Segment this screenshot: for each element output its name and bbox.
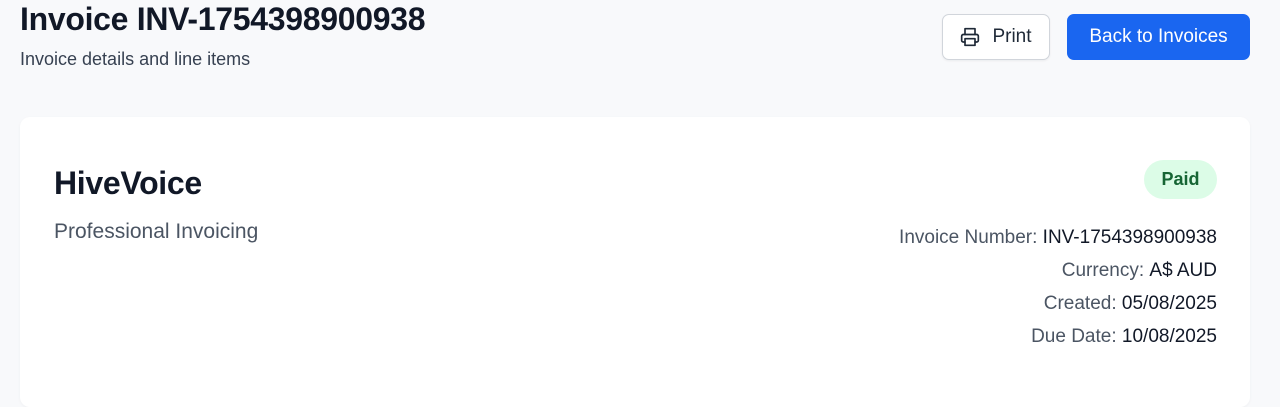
page-header: Invoice INV-1754398900938 Invoice detail… — [20, 0, 1260, 110]
meta-value: 10/08/2025 — [1121, 326, 1217, 347]
meta-invoice-number: Invoice Number: INV-1754398900938 — [899, 221, 1217, 254]
meta-value: 05/08/2025 — [1121, 293, 1217, 314]
print-button[interactable]: Print — [942, 14, 1050, 60]
print-button-label: Print — [992, 26, 1032, 47]
status-badge: Paid — [1144, 160, 1217, 199]
meta-label: Currency: — [1061, 260, 1145, 281]
meta-due-date: Due Date: 10/08/2025 — [899, 320, 1217, 353]
brand-name: HiveVoice — [54, 165, 202, 201]
brand-tagline: Professional Invoicing — [54, 220, 259, 243]
meta-created: Created: 05/08/2025 — [899, 287, 1217, 320]
page-title: Invoice INV-1754398900938 — [20, 1, 426, 37]
meta-value: A$ AUD — [1149, 260, 1217, 281]
meta-currency: Currency: A$ AUD — [899, 254, 1217, 287]
meta-value: INV-1754398900938 — [1042, 227, 1217, 248]
printer-icon — [960, 27, 980, 47]
back-to-invoices-button[interactable]: Back to Invoices — [1067, 14, 1250, 60]
page-subtitle: Invoice details and line items — [20, 49, 251, 69]
meta-label: Created: — [1043, 293, 1117, 314]
header-actions: Print Back to Invoices — [942, 14, 1250, 60]
meta-label: Invoice Number: — [899, 227, 1038, 248]
meta-label: Due Date: — [1031, 326, 1117, 347]
invoice-meta: Invoice Number: INV-1754398900938 Curren… — [899, 221, 1217, 353]
invoice-card: HiveVoice Professional Invoicing Paid In… — [20, 117, 1250, 407]
